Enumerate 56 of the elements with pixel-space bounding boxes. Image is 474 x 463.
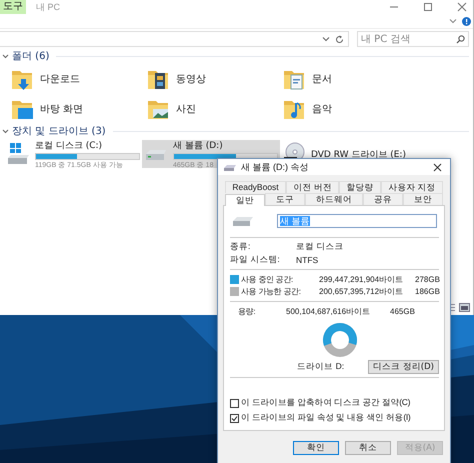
drive-label: 새 볼륨 (D:) [173, 140, 224, 152]
windows-drive-icon [6, 142, 32, 166]
chevron-down-icon[interactable] [449, 17, 457, 25]
folder-label[interactable]: 동영상 [176, 72, 206, 86]
checkbox[interactable] [230, 398, 239, 408]
info-label: 파일 시스템: [230, 254, 281, 266]
size-value: 278GB [414, 274, 440, 284]
group-header[interactable]: 폴더 (6) [12, 49, 50, 63]
tab[interactable]: 할당량 [339, 181, 381, 193]
dialog-button[interactable]: 확인 [293, 441, 339, 455]
checkbox[interactable] [230, 414, 239, 422]
chevron-down-icon[interactable] [2, 52, 9, 60]
size-value: 186GB [414, 287, 440, 296]
byte-count: 500,104,687,616바이트 [286, 306, 372, 317]
capacity-label: 용량: [238, 306, 256, 317]
window-title: 내 PC [36, 0, 60, 14]
space-label: 사용 중인 공간: [241, 274, 294, 285]
checkbox-label[interactable]: 이 드라이브의 파일 속성 및 내용 색인 허용(I) [241, 412, 410, 424]
search-field[interactable]: 내 PC 검색 [357, 31, 469, 47]
drive-icon [233, 216, 253, 226]
dialog-button[interactable]: 취소 [345, 441, 391, 455]
folder-label[interactable]: 다운로드 [40, 72, 80, 86]
size-value: 465GB [389, 306, 415, 316]
refresh-icon[interactable] [335, 34, 344, 44]
byte-count: 200,657,395,712바이트 [319, 286, 404, 298]
folder-label[interactable]: 바탕 화면 [40, 102, 84, 116]
ribbon-tab[interactable]: 도구 [0, 0, 26, 14]
large-icons-view-icon[interactable] [459, 303, 470, 312]
drive-label: DVD RW 드라이브 (E:) [311, 148, 407, 160]
byte-count: 299,447,291,904바이트 [319, 274, 404, 285]
tab[interactable]: ReadyBoost [225, 181, 286, 193]
folder-label[interactable]: 문서 [312, 72, 332, 86]
close-icon[interactable] [433, 162, 442, 172]
tab[interactable]: 하드웨어 [305, 193, 363, 205]
space-label: 사용 가능한 공간: [241, 286, 302, 298]
group-header[interactable]: 장치 및 드라이브 (3) [12, 124, 106, 138]
tab[interactable]: 일반 [225, 194, 265, 206]
info-label: 종류: [230, 241, 252, 254]
disk-cleanup-button[interactable]: 디스크 정리(D) [368, 360, 439, 374]
info-value: NTFS [296, 254, 318, 265]
checkbox-label[interactable]: 이 드라이브를 압축하여 디스크 공간 절약(C) [241, 397, 410, 409]
drive-icon [224, 163, 236, 171]
chevron-down-icon[interactable] [2, 128, 9, 134]
tab[interactable]: 보안 [403, 193, 443, 205]
maximize-icon[interactable] [423, 2, 433, 12]
drive-label: 로컬 디스크 (C:) [35, 140, 104, 152]
tab[interactable]: 도구 [265, 193, 305, 205]
folder-label[interactable]: 음악 [312, 102, 332, 116]
tab[interactable]: 공유 [363, 193, 403, 205]
tab[interactable]: 사용자 지정 [380, 181, 443, 193]
search-icon[interactable] [456, 35, 465, 44]
chevron-down-icon[interactable] [322, 35, 330, 43]
drive-letter: 드라이브 D: [297, 360, 344, 373]
tab[interactable]: 이전 버전 [286, 181, 340, 193]
info-value: 로컬 디스크 [296, 241, 344, 254]
folder-label[interactable]: 사진 [176, 102, 196, 116]
